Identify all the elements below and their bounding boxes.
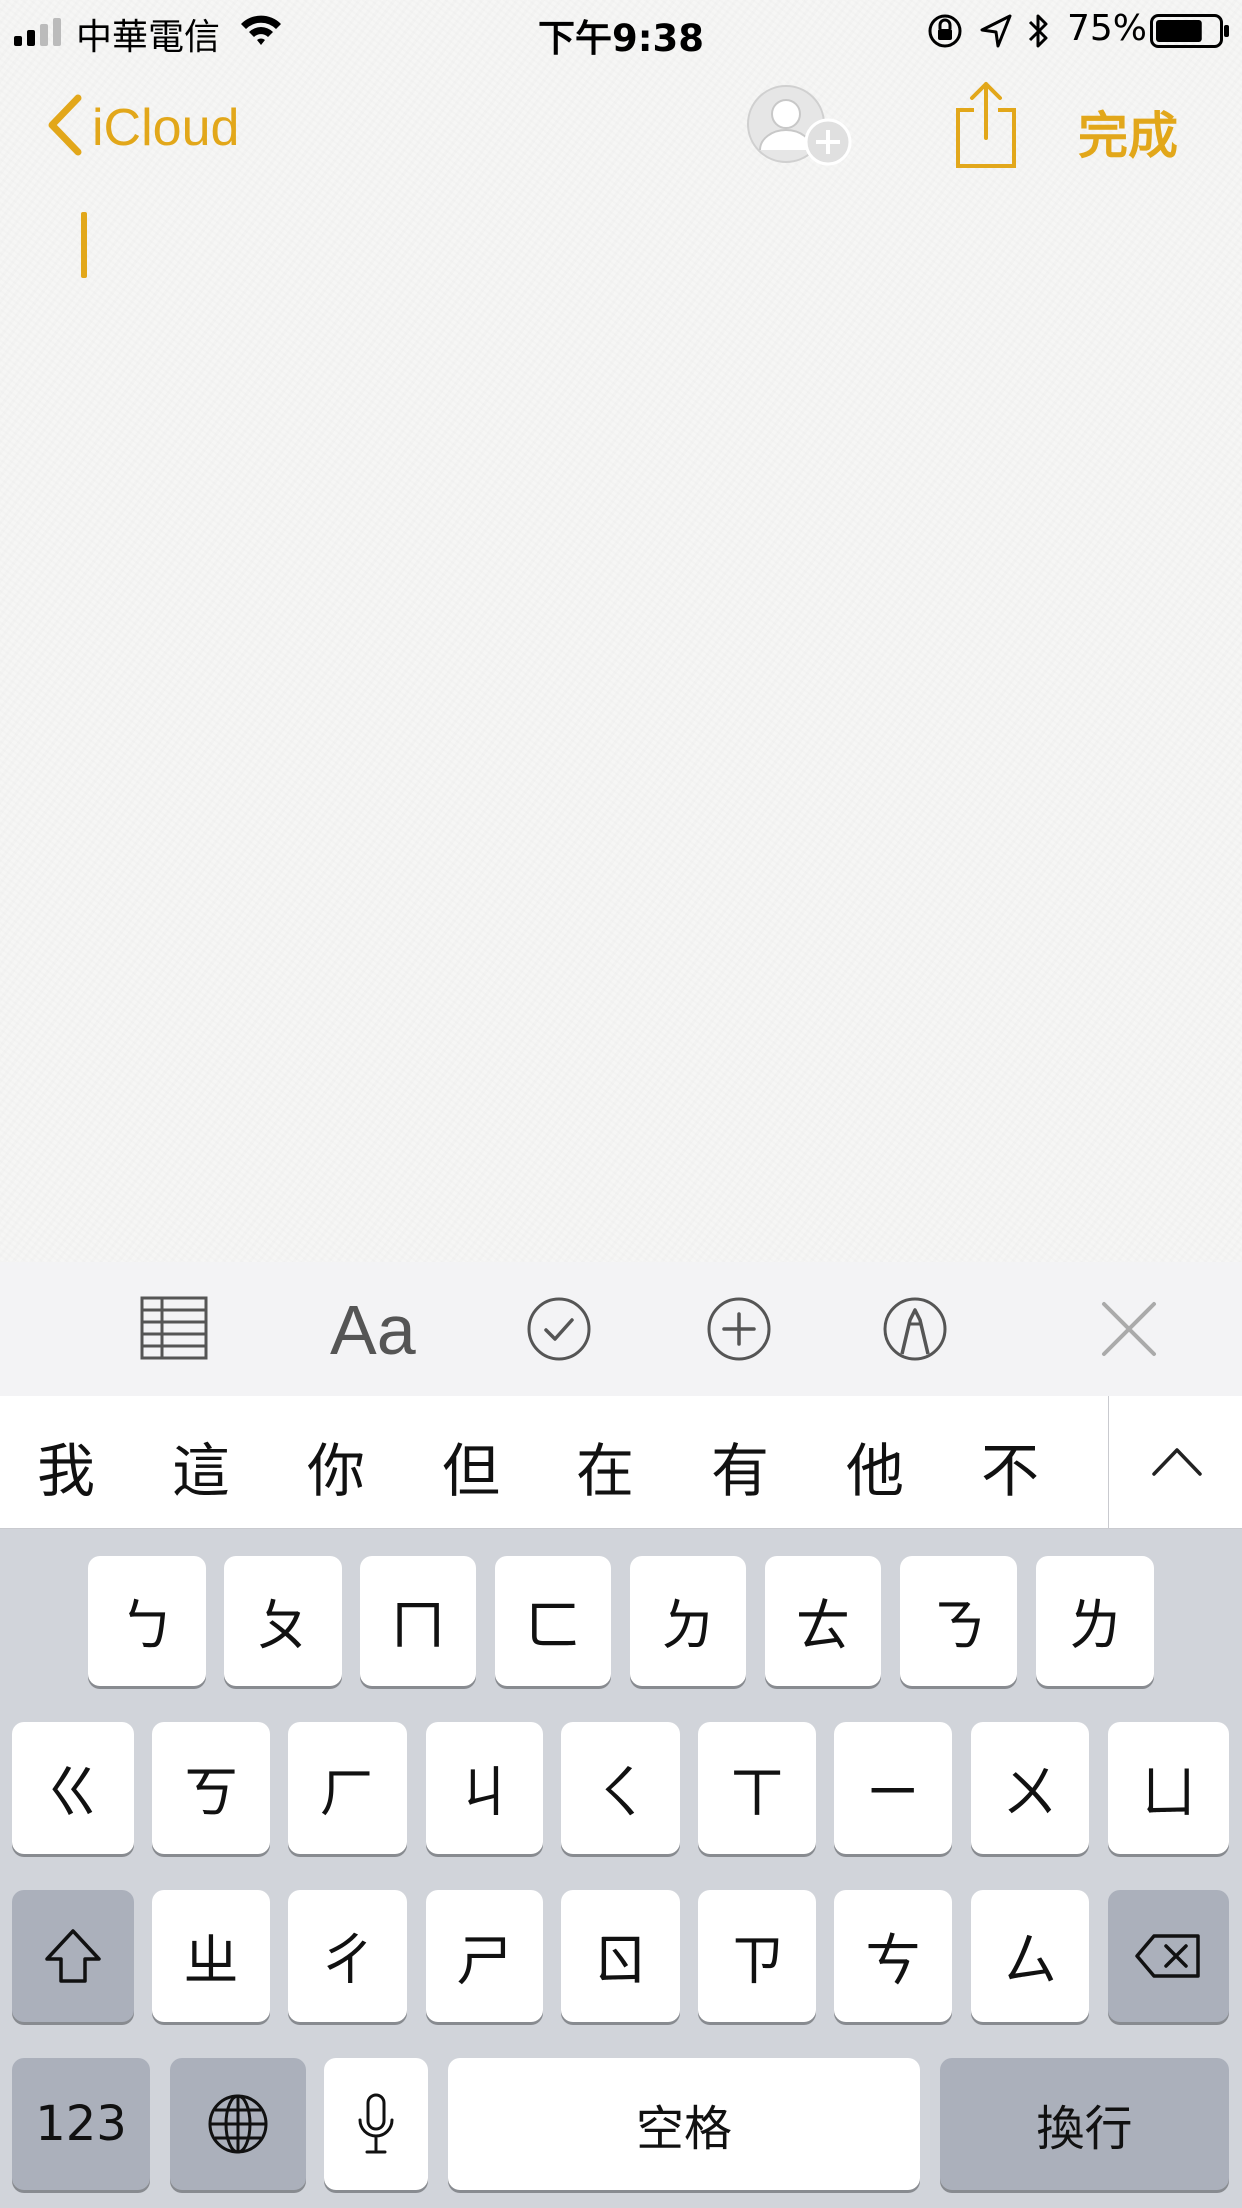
chevron-up-icon[interactable] xyxy=(1150,1444,1204,1478)
key[interactable]: ㄑ xyxy=(561,1722,680,1854)
key[interactable]: ㄩ xyxy=(1108,1722,1229,1854)
key[interactable]: ㄗ xyxy=(698,1890,816,2022)
key[interactable]: ㄒ xyxy=(698,1722,816,1854)
note-body[interactable] xyxy=(0,0,1242,1262)
checklist-icon[interactable] xyxy=(526,1296,592,1362)
candidate-word[interactable]: 你 xyxy=(286,1424,386,1508)
rotation-lock-icon xyxy=(928,14,962,48)
location-icon xyxy=(980,14,1012,48)
key[interactable]: ㄎ xyxy=(152,1722,270,1854)
shift-key[interactable] xyxy=(12,1890,134,2022)
return-key[interactable]: 換行 xyxy=(940,2058,1229,2190)
candidate-word[interactable]: 但 xyxy=(421,1424,521,1508)
battery-percent: 75% xyxy=(1067,8,1148,49)
text-cursor xyxy=(81,212,87,278)
candidate-word[interactable]: 在 xyxy=(555,1424,655,1508)
markup-icon[interactable] xyxy=(882,1296,948,1362)
key[interactable]: ㄧ xyxy=(834,1722,952,1854)
space-key[interactable]: 空格 xyxy=(448,2058,920,2190)
candidate-word[interactable]: 有 xyxy=(690,1424,790,1508)
key[interactable]: ㄅ xyxy=(88,1556,206,1686)
text-format-button[interactable]: Aa xyxy=(330,1290,416,1370)
key[interactable]: ㄌ xyxy=(1036,1556,1154,1686)
key[interactable]: ㄈ xyxy=(495,1556,611,1686)
candidate-divider xyxy=(1108,1396,1109,1528)
key[interactable]: ㄉ xyxy=(630,1556,746,1686)
globe-icon xyxy=(208,2094,268,2154)
numbers-key[interactable]: 123 xyxy=(12,2058,150,2190)
add-people-icon[interactable] xyxy=(744,82,854,168)
done-button[interactable]: 完成 xyxy=(1078,96,1178,168)
bluetooth-icon xyxy=(1028,14,1048,48)
numbers-key-label: 123 xyxy=(35,2096,127,2152)
key[interactable]: ㄓ xyxy=(152,1890,270,2022)
battery-icon xyxy=(1150,14,1229,48)
candidate-word[interactable]: 他 xyxy=(825,1424,925,1508)
candidate-word[interactable]: 不 xyxy=(960,1424,1060,1508)
key[interactable]: ㄏ xyxy=(288,1722,407,1854)
dictation-key[interactable] xyxy=(324,2058,428,2190)
candidate-word[interactable]: 我 xyxy=(16,1424,116,1508)
key[interactable]: ㄘ xyxy=(834,1890,952,2022)
key[interactable]: ㄕ xyxy=(426,1890,543,2022)
key[interactable]: ㄊ xyxy=(765,1556,881,1686)
key[interactable]: ㄇ xyxy=(360,1556,476,1686)
key[interactable]: ㄆ xyxy=(224,1556,342,1686)
return-key-label: 換行 xyxy=(1036,2101,1133,2157)
back-chevron-icon[interactable] xyxy=(44,94,84,156)
share-icon[interactable] xyxy=(954,80,1018,170)
shift-icon xyxy=(45,1929,101,1983)
key[interactable]: ㄍ xyxy=(12,1722,134,1854)
key[interactable]: ㄖ xyxy=(561,1890,680,2022)
add-icon[interactable] xyxy=(706,1296,772,1362)
close-icon[interactable] xyxy=(1100,1300,1158,1358)
space-key-label: 空格 xyxy=(635,2101,732,2157)
candidate-word[interactable]: 這 xyxy=(151,1424,251,1508)
back-button[interactable]: iCloud xyxy=(92,98,239,158)
clock: 下午9:38 xyxy=(537,17,705,60)
key[interactable]: ㄨ xyxy=(971,1722,1089,1854)
table-icon[interactable] xyxy=(140,1296,208,1360)
key[interactable]: ㄋ xyxy=(900,1556,1017,1686)
key[interactable]: ㄙ xyxy=(971,1890,1089,2022)
backspace-key[interactable] xyxy=(1108,1890,1229,2022)
globe-key[interactable] xyxy=(170,2058,306,2190)
key[interactable]: ㄔ xyxy=(288,1890,407,2022)
status-bar: 中華電信 下午9:38 75% xyxy=(0,0,1242,62)
backspace-icon xyxy=(1134,1934,1200,1978)
key[interactable]: ㄐ xyxy=(426,1722,543,1854)
microphone-icon xyxy=(358,2093,394,2154)
